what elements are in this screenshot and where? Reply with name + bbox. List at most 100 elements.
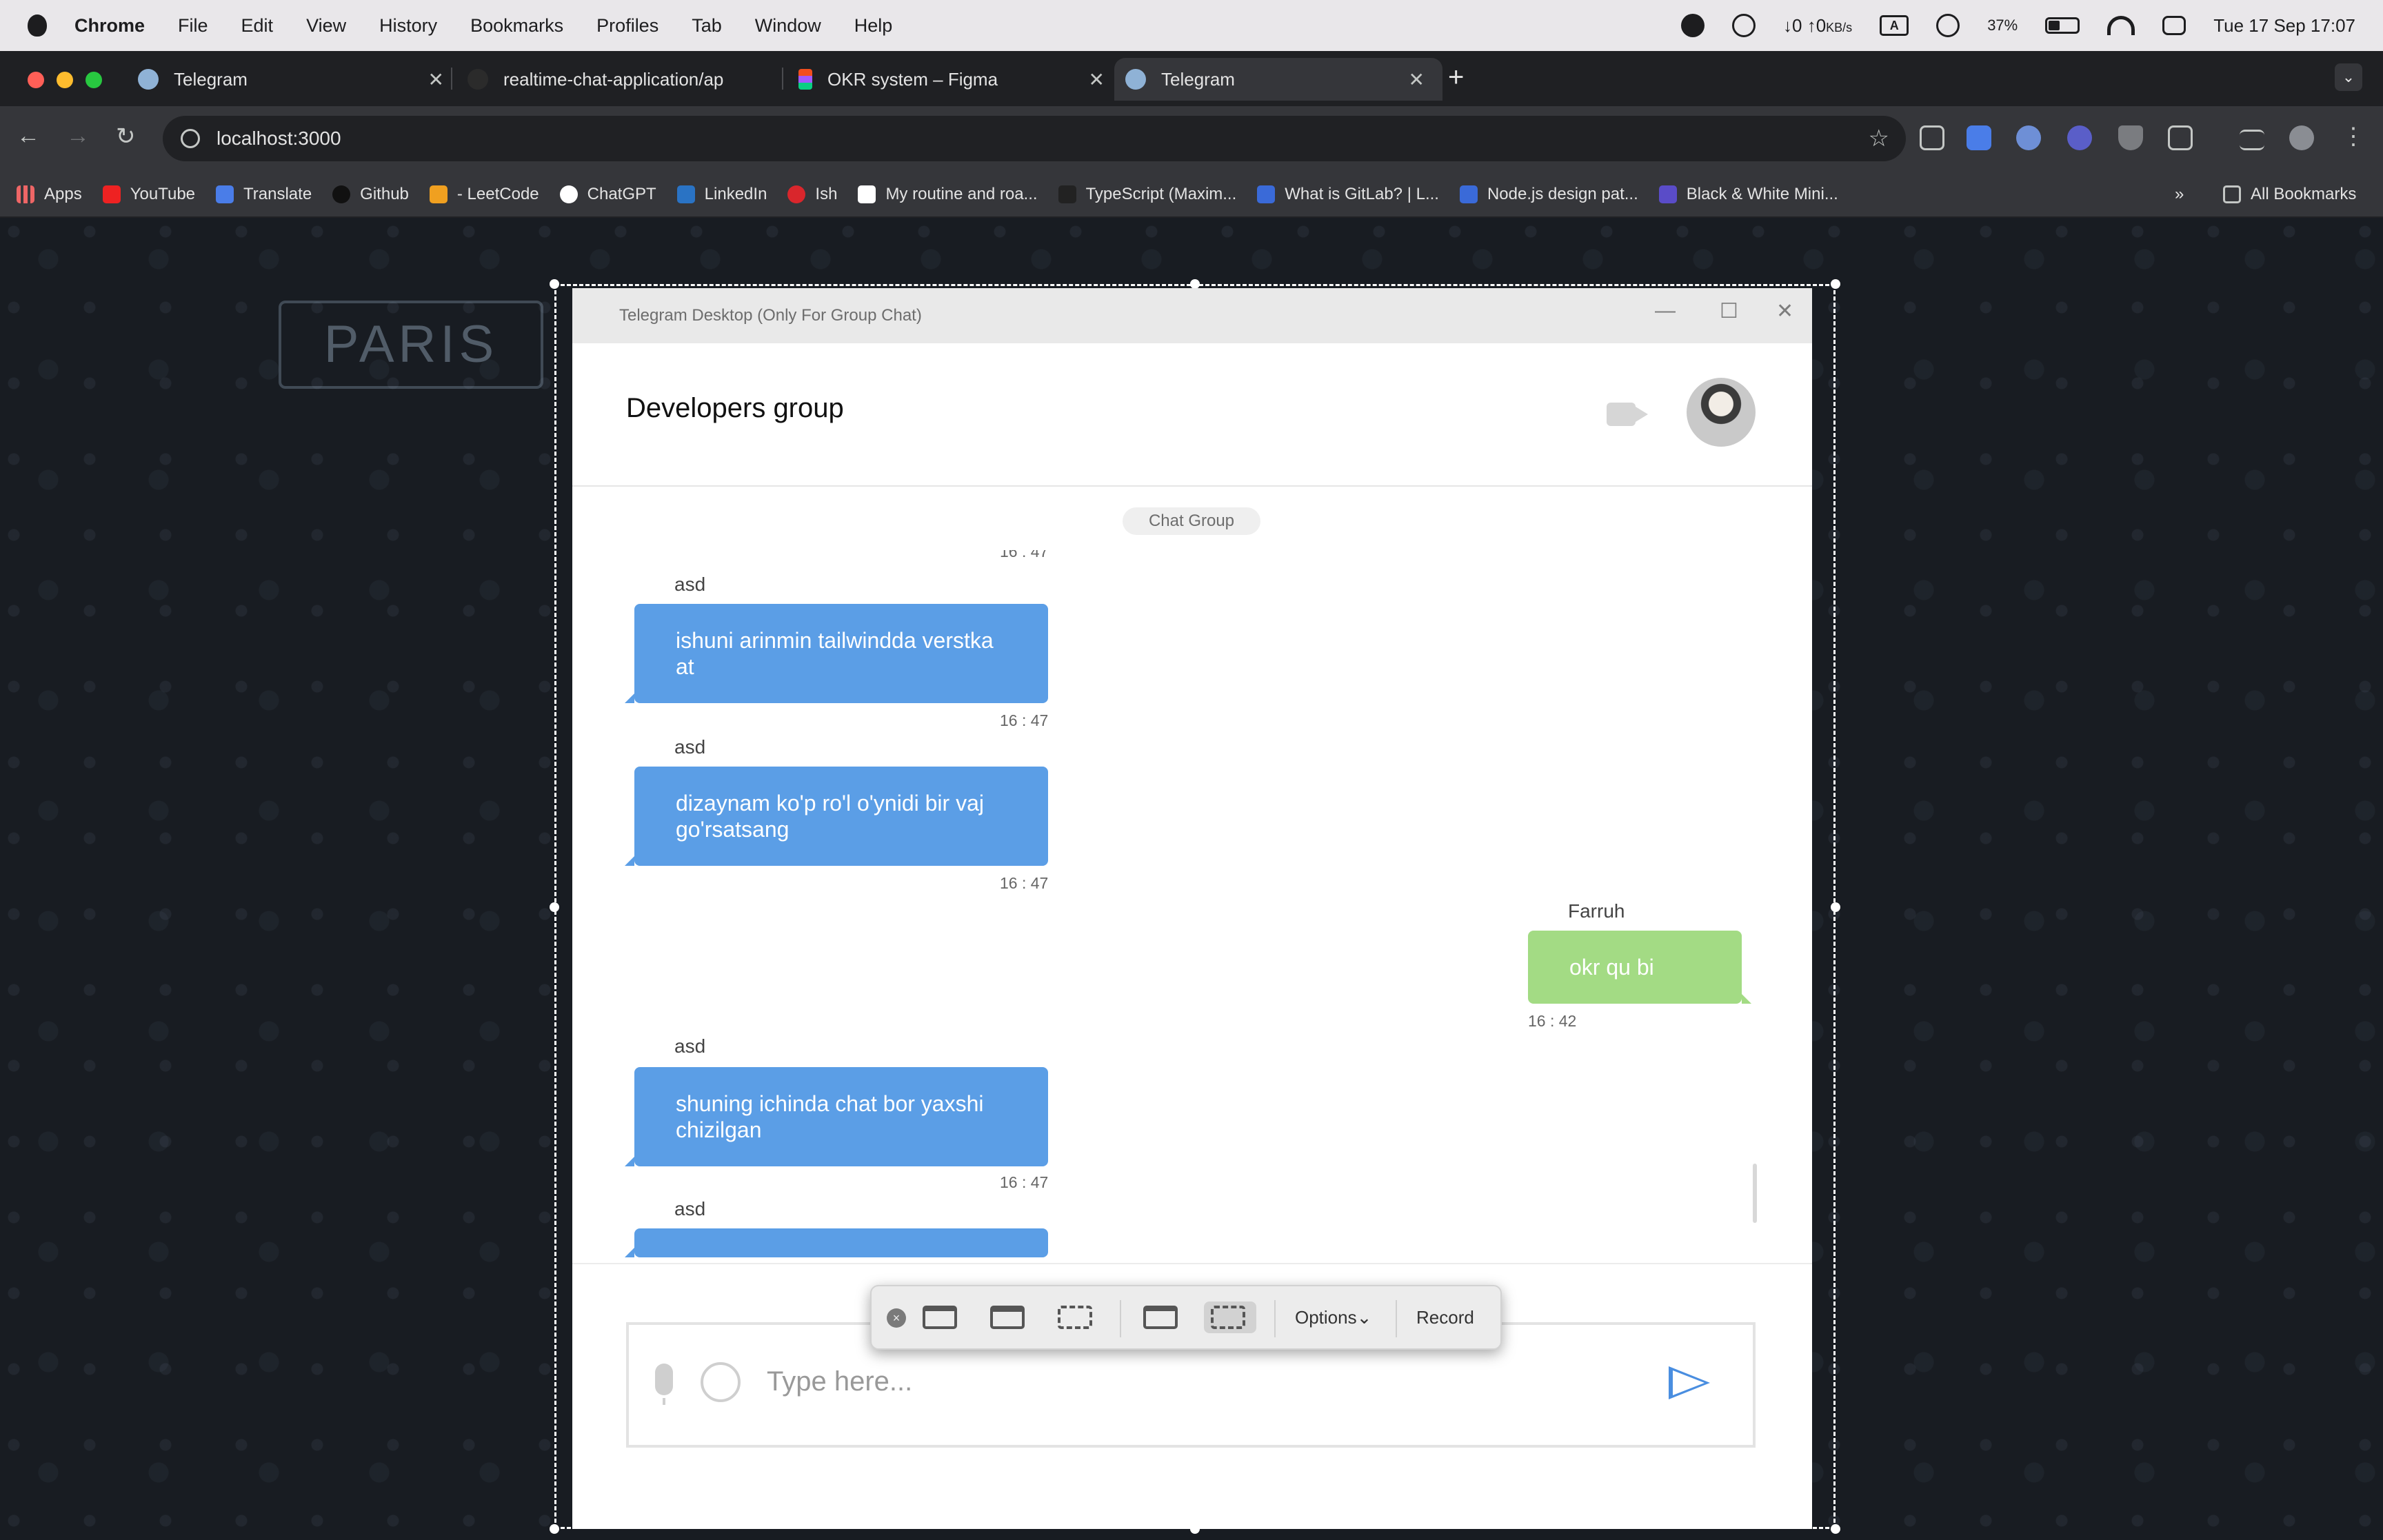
selection-handle[interactable] [550,902,559,912]
apple-icon[interactable] [28,14,47,37]
record-selection-icon[interactable] [1204,1301,1256,1333]
menu-file[interactable]: File [178,15,208,37]
selection-handle[interactable] [550,279,559,289]
menu-bookmarks[interactable]: Bookmarks [470,15,563,37]
clock[interactable]: Tue 17 Sep 17:07 [2213,15,2355,37]
bookmark-leetcode[interactable]: - LeetCode [429,185,539,204]
network-speed: ↓0 ↑0KB/s [1783,14,1853,36]
microphone-icon[interactable] [655,1364,673,1405]
messages-scrollbar[interactable] [1753,1164,1757,1223]
more-menu-icon[interactable]: ⋮ [2342,123,2365,150]
openai-tray-icon[interactable] [1732,14,1756,37]
menu-history[interactable]: History [379,15,437,37]
site-info-icon[interactable] [181,129,200,148]
window-zoom-button[interactable] [86,72,102,88]
tab-github[interactable]: realtime-chat-application/ap [456,58,792,101]
avatar[interactable] [1687,378,1756,447]
incoming-message-bubble[interactable]: shuning ichinda chat bor yaxshi chizilga… [625,1067,1048,1166]
bookmark-linkedin[interactable]: LinkedIn [676,185,767,204]
close-icon[interactable]: ✕ [428,68,444,91]
input-source-indicator[interactable]: A [1880,15,1909,36]
formula-extension-icon[interactable] [1920,125,1944,150]
figma-favicon [798,69,812,90]
menu-window[interactable]: Window [755,15,821,37]
url-text[interactable]: localhost:3000 [217,128,341,150]
reload-button[interactable]: ↻ [116,123,136,150]
close-button[interactable]: ✕ [1776,299,1793,323]
bookmark-nodejs[interactable]: Node.js design pat... [1459,185,1638,204]
bookmark-chatgpt[interactable]: ChatGPT [559,185,656,204]
message-time: 16 : 47 [1000,874,1049,892]
wifi-icon[interactable] [2107,16,2135,35]
menu-help[interactable]: Help [854,15,893,37]
menu-view[interactable]: View [306,15,346,37]
address-bar[interactable]: localhost:3000 ☆ [163,116,1906,161]
bookmark-star-icon[interactable]: ☆ [1869,125,1889,152]
tab-search-button[interactable]: ⌄ [2335,63,2362,91]
bookmark-apps[interactable]: Apps [17,185,82,204]
battery-icon[interactable] [2045,17,2080,34]
bookmark-gitlab[interactable]: What is GitLab? | L... [1257,185,1439,204]
screenshot-toolbar: × Options⌄ Record [870,1285,1502,1350]
menu-tab[interactable]: Tab [692,15,722,37]
menu-profiles[interactable]: Profiles [596,15,658,37]
incoming-message-bubble[interactable]: ishuni arinmin tailwindda verstka at [625,604,1048,703]
all-bookmarks[interactable]: All Bookmarks [2223,185,2356,204]
menu-edit[interactable]: Edit [241,15,274,37]
maximize-button[interactable]: ☐ [1720,299,1738,323]
capture-selection-icon[interactable] [1055,1301,1095,1333]
capture-window-icon[interactable] [987,1301,1027,1333]
selection-handle[interactable] [550,1524,559,1534]
sync-extension-icon[interactable] [2016,125,2041,150]
window-title-bar: Telegram Desktop (Only For Group Chat) —… [572,288,1812,343]
new-tab-button[interactable]: + [1448,62,1464,93]
profile-avatar[interactable] [2289,125,2314,150]
toolbar-separator [1120,1300,1121,1337]
zoom-extension-icon[interactable] [1967,125,1991,150]
options-dropdown[interactable]: Options⌄ [1295,1307,1371,1328]
reading-list-icon[interactable] [2240,130,2264,150]
minimize-button[interactable]: — [1655,299,1676,323]
chat-header: Developers group [572,343,1812,487]
record-screen-icon[interactable] [1140,1301,1180,1333]
selection-handle[interactable] [1190,279,1200,289]
bookmark-typescript[interactable]: TypeScript (Maxim... [1058,185,1236,204]
outgoing-message-bubble[interactable]: okr qu bi [1528,931,1751,1004]
send-icon[interactable] [1669,1366,1710,1399]
extensions-puzzle-icon[interactable] [2168,125,2193,150]
chat-name: Developers group [626,393,844,423]
close-icon[interactable]: ✕ [1089,68,1105,91]
close-icon[interactable]: × [887,1308,906,1328]
capture-screen-icon[interactable] [920,1301,960,1333]
play-icon[interactable] [1936,14,1960,37]
back-button[interactable]: ← [17,123,40,150]
close-icon[interactable]: ✕ [1409,68,1425,91]
bookmark-youtube[interactable]: YouTube [102,185,195,204]
tab-telegram-active[interactable]: Telegram ✕ [1114,58,1442,101]
incoming-message-bubble[interactable] [625,1228,1048,1257]
forward-button[interactable]: → [66,123,90,150]
notification-extension-icon[interactable] [2067,125,2092,150]
bookmark-notion[interactable]: My routine and roa... [858,185,1038,204]
video-call-icon[interactable] [1607,403,1636,426]
window-close-button[interactable] [28,72,44,88]
window-minimize-button[interactable] [57,72,73,88]
selection-handle[interactable] [1831,279,1840,289]
record-button[interactable]: Record [1416,1307,1474,1328]
shield-extension-icon[interactable] [2118,125,2143,150]
telegram-tray-icon[interactable] [1681,14,1705,37]
tab-telegram-1[interactable]: Telegram ✕ [127,58,462,101]
control-center-icon[interactable] [2162,16,2186,35]
incoming-message-bubble[interactable]: dizaynam ko'p ro'l o'ynidi bir vaj go'rs… [625,767,1048,866]
bookmarks-overflow[interactable]: » [2175,185,2184,204]
bookmark-black-white[interactable]: Black & White Mini... [1658,185,1838,204]
selection-handle[interactable] [1831,1524,1840,1534]
emoji-icon[interactable] [701,1362,741,1402]
bookmark-translate[interactable]: Translate [216,185,312,204]
message-input[interactable]: Type here... [767,1366,912,1397]
bookmark-github[interactable]: Github [332,185,409,204]
menu-app-name[interactable]: Chrome [74,15,145,37]
bookmark-ish[interactable]: Ish [787,185,837,204]
selection-handle[interactable] [1831,902,1840,912]
tab-figma[interactable]: OKR system – Figma ✕ [787,58,1123,101]
